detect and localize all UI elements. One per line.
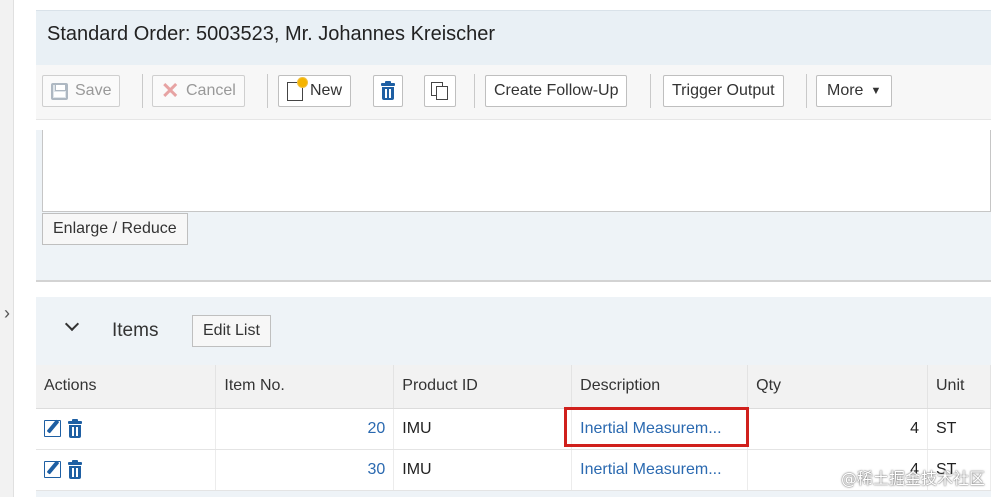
new-button[interactable]: New <box>278 75 352 107</box>
toolbar-separator <box>267 74 268 108</box>
toolbar: Save ✕ Cancel New Create Follow-Up Trigg… <box>36 65 991 120</box>
description-cell: Inertial Measurem... <box>571 408 749 450</box>
notes-panel: Enlarge / Reduce <box>36 130 991 282</box>
trigger-output-label: Trigger Output <box>672 82 775 99</box>
trigger-output-button[interactable]: Trigger Output <box>663 75 784 107</box>
save-icon <box>51 82 68 100</box>
more-button-label: More <box>827 82 864 99</box>
qty-cell: 4 <box>747 408 928 450</box>
enlarge-reduce-button[interactable]: Enlarge / Reduce <box>42 213 188 245</box>
new-document-icon <box>287 77 307 101</box>
toolbar-separator <box>474 74 475 108</box>
delete-button[interactable] <box>373 75 403 107</box>
description-cell: Inertial Measurem... <box>571 449 749 491</box>
page-header: Standard Order: 5003523, Mr. Johannes Kr… <box>36 10 991 65</box>
edit-icon[interactable] <box>44 420 61 437</box>
column-header-product-id[interactable]: Product ID <box>393 365 573 409</box>
row-actions-cell <box>36 449 217 491</box>
item-no-cell[interactable]: 30 <box>215 449 395 491</box>
new-button-label: New <box>310 82 343 99</box>
left-rail: › <box>0 0 14 497</box>
trash-icon[interactable] <box>67 459 83 479</box>
cancel-icon: ✕ <box>161 78 180 103</box>
notes-text-area[interactable] <box>42 130 991 212</box>
cancel-button[interactable]: ✕ Cancel <box>152 75 245 107</box>
column-header-unit[interactable]: Unit <box>927 365 991 409</box>
main-content: Standard Order: 5003523, Mr. Johannes Kr… <box>36 0 991 497</box>
chevron-right-icon[interactable]: › <box>0 302 14 324</box>
row-actions-cell <box>36 408 217 450</box>
create-follow-up-button[interactable]: Create Follow-Up <box>485 75 628 107</box>
description-link[interactable]: Inertial Measurem... <box>580 420 721 437</box>
table-header-row: Actions Item No. Product ID Description … <box>36 365 991 409</box>
product-id-cell: IMU <box>393 408 573 450</box>
unit-cell: ST <box>927 408 991 450</box>
create-follow-up-label: Create Follow-Up <box>494 82 619 99</box>
table-row[interactable]: 20 IMU Inertial Measurem... 4 ST <box>36 408 991 450</box>
column-header-item-no[interactable]: Item No. <box>215 365 395 409</box>
item-no-cell[interactable]: 20 <box>215 408 395 450</box>
trash-icon <box>380 81 396 100</box>
column-header-actions[interactable]: Actions <box>36 365 217 409</box>
edit-list-button[interactable]: Edit List <box>192 315 271 347</box>
column-header-qty[interactable]: Qty <box>747 365 928 409</box>
toolbar-separator <box>806 74 807 108</box>
copy-button[interactable] <box>424 75 456 107</box>
page-title: Standard Order: 5003523, Mr. Johannes Kr… <box>47 23 496 45</box>
save-button[interactable]: Save <box>42 75 121 107</box>
copy-icon <box>431 82 449 100</box>
watermark: @稀土掘金技术社区 <box>840 469 985 488</box>
items-section-title: Items <box>112 320 159 341</box>
toolbar-separator <box>142 74 143 108</box>
description-link[interactable]: Inertial Measurem... <box>580 461 721 478</box>
column-header-description[interactable]: Description <box>571 365 749 409</box>
edit-icon[interactable] <box>44 461 61 478</box>
product-id-cell: IMU <box>393 449 573 491</box>
caret-down-icon: ▼ <box>870 85 882 97</box>
chevron-down-icon[interactable] <box>64 317 82 335</box>
save-button-label: Save <box>75 82 112 99</box>
cancel-button-label: Cancel <box>186 82 236 99</box>
toolbar-separator <box>650 74 651 108</box>
trash-icon[interactable] <box>67 418 83 438</box>
more-button[interactable]: More ▼ <box>816 75 893 107</box>
